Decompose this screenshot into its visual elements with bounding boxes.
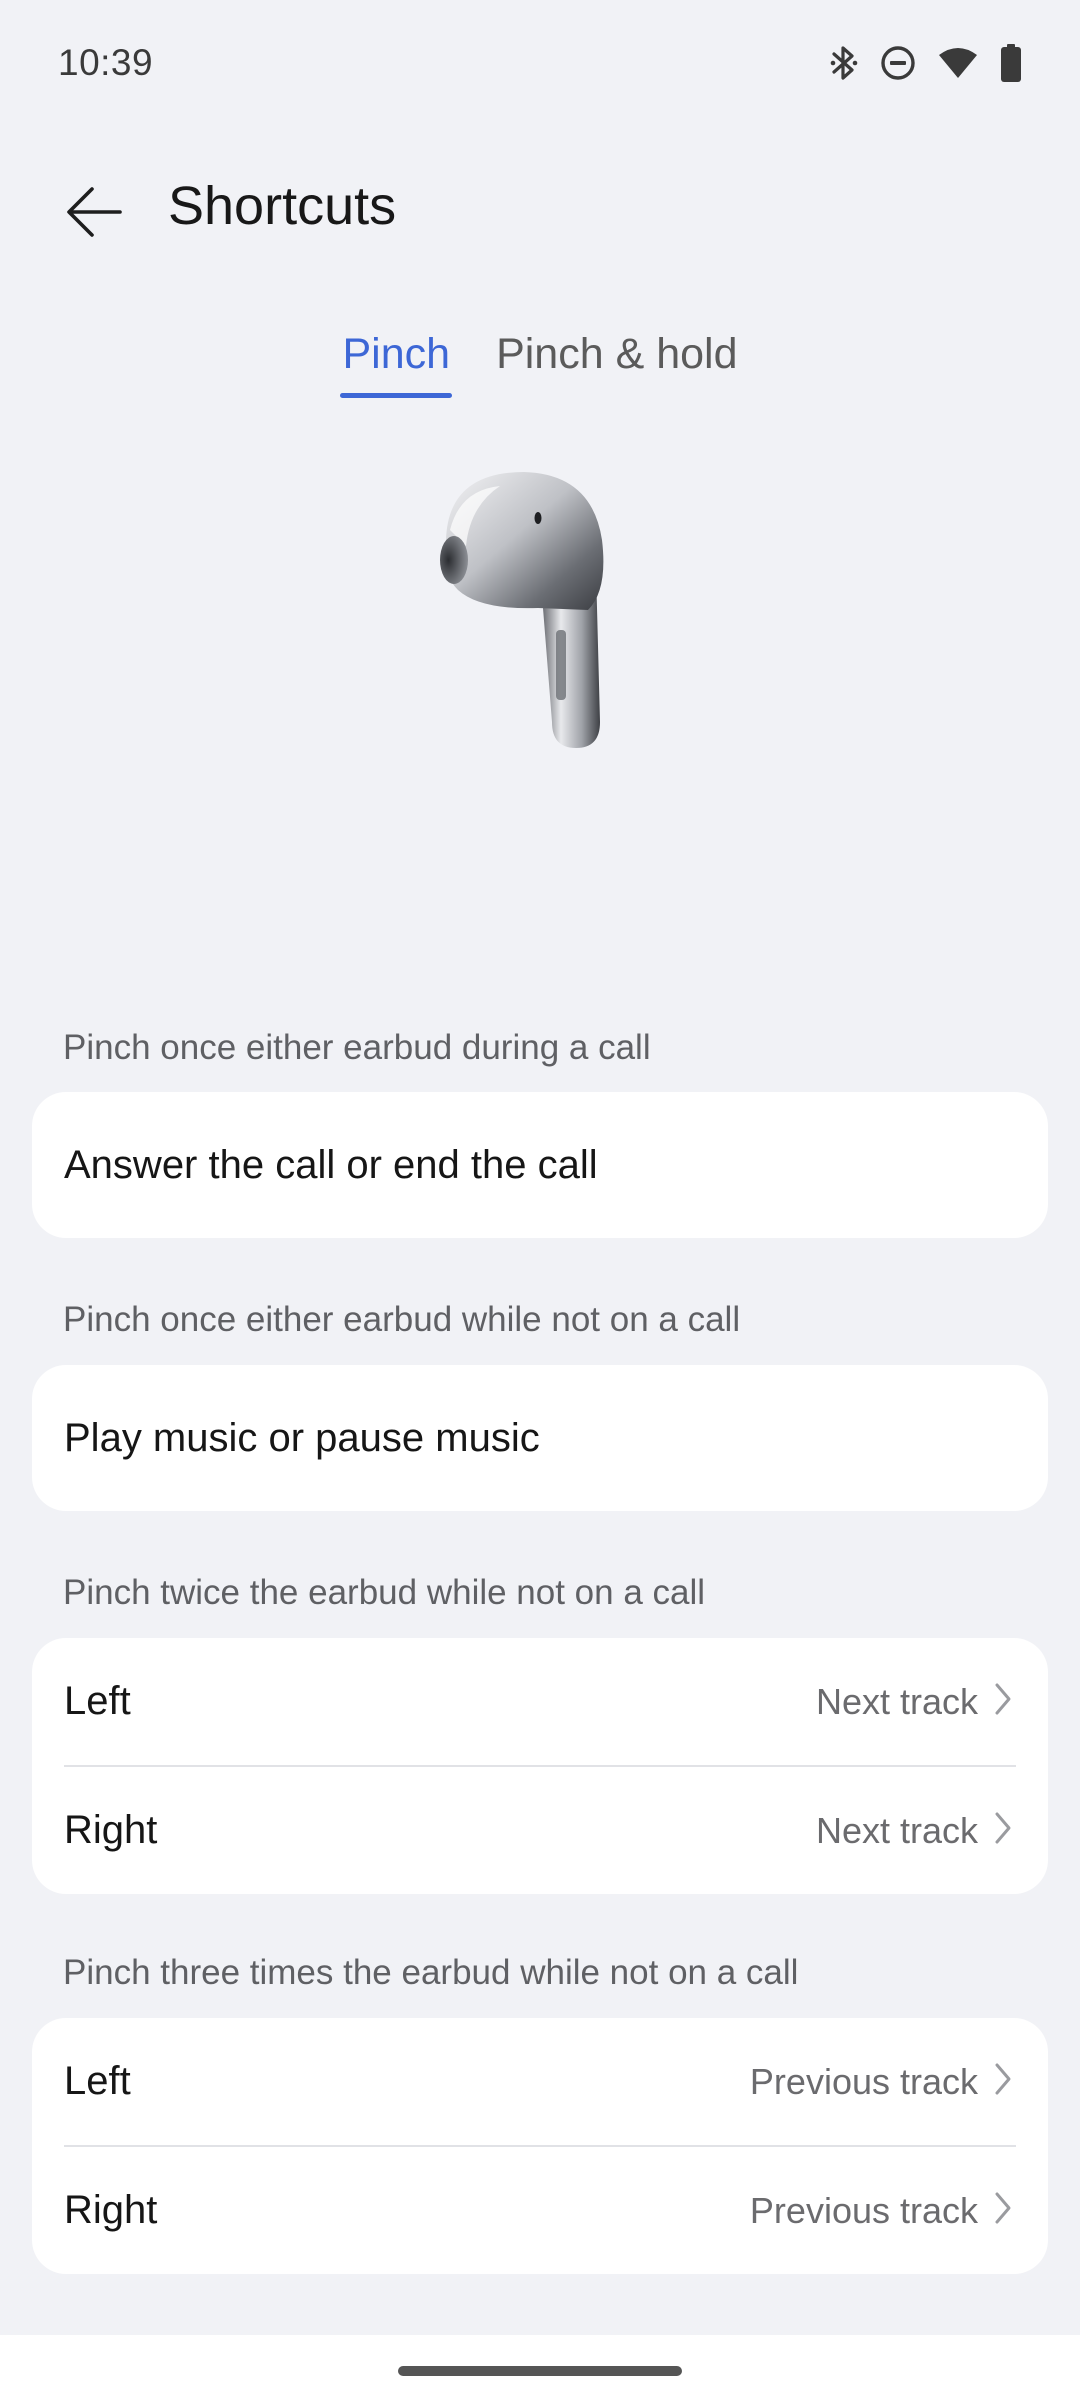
page-title: Shortcuts [168, 176, 397, 236]
row-title: Left [64, 1679, 131, 1723]
list-item-twice-left[interactable]: Left Next track [32, 1638, 1048, 1765]
navigation-bar [0, 2335, 1080, 2400]
list-item-play-pause-music[interactable]: Play music or pause music [32, 1365, 1048, 1511]
row-value-wrap: Next track [816, 1767, 1012, 1894]
list-item-answer-end-call[interactable]: Answer the call or end the call [32, 1092, 1048, 1238]
section-label-pinch-three: Pinch three times the earbud while not o… [63, 1953, 799, 1992]
row-title: Right [64, 1808, 158, 1852]
tab-bar: Pinch Pinch & hold [0, 322, 1080, 398]
row-value: Next track [815, 1809, 978, 1851]
tab-label: Pinch [342, 330, 451, 378]
battery-icon [1000, 44, 1022, 82]
list-item-three-right[interactable]: Right Previous track [32, 2147, 1048, 2274]
chevron-right-icon [994, 1682, 1012, 1721]
row-value: Next track [815, 1680, 978, 1722]
back-button[interactable] [52, 172, 136, 256]
row-value-wrap: Previous track [750, 2147, 1012, 2274]
card-not-on-call: Play music or pause music [32, 1365, 1048, 1511]
status-bar: 10:39 [0, 0, 1080, 130]
app-header: Shortcuts [0, 150, 1080, 260]
row-title: Right [64, 2188, 158, 2232]
shortcuts-screen: 10:39 Shortcuts Pinch Pinch & hold Pinch… [0, 0, 1080, 2400]
list-item-twice-right[interactable]: Right Next track [32, 1767, 1048, 1894]
wifi-icon [938, 47, 978, 79]
list-item-three-left[interactable]: Left Previous track [32, 2018, 1048, 2145]
tab-pinch[interactable]: Pinch [340, 322, 453, 398]
row-title: Answer the call or end the call [64, 1142, 598, 1187]
section-label-pinch-twice: Pinch twice the earbud while not on a ca… [63, 1573, 706, 1612]
status-icons [830, 44, 1022, 82]
status-time: 10:39 [58, 42, 154, 83]
row-value: Previous track [749, 2060, 978, 2102]
row-value-wrap: Next track [816, 1638, 1012, 1765]
do-not-disturb-icon [880, 45, 916, 81]
card-pinch-twice: Left Next track Right Next track [32, 1638, 1048, 1894]
chevron-right-icon [994, 1811, 1012, 1850]
chevron-right-icon [994, 2191, 1012, 2230]
row-value-wrap: Previous track [750, 2018, 1012, 2145]
home-indicator[interactable] [398, 2366, 682, 2376]
card-during-call: Answer the call or end the call [32, 1092, 1048, 1238]
tab-label: Pinch & hold [496, 330, 738, 378]
row-value: Previous track [749, 2189, 978, 2231]
row-title: Play music or pause music [64, 1415, 540, 1460]
section-label-during-call: Pinch once either earbud during a call [63, 1028, 651, 1067]
arrow-left-icon [64, 184, 124, 245]
card-pinch-three: Left Previous track Right Previous track [32, 2018, 1048, 2274]
bluetooth-icon [830, 44, 858, 82]
chevron-right-icon [994, 2062, 1012, 2101]
section-label-not-on-call: Pinch once either earbud while not on a … [63, 1300, 741, 1339]
tab-pinch-and-hold[interactable]: Pinch & hold [494, 322, 739, 398]
earbud-image [420, 460, 630, 760]
row-title: Left [64, 2059, 131, 2103]
tab-active-indicator [340, 393, 453, 398]
